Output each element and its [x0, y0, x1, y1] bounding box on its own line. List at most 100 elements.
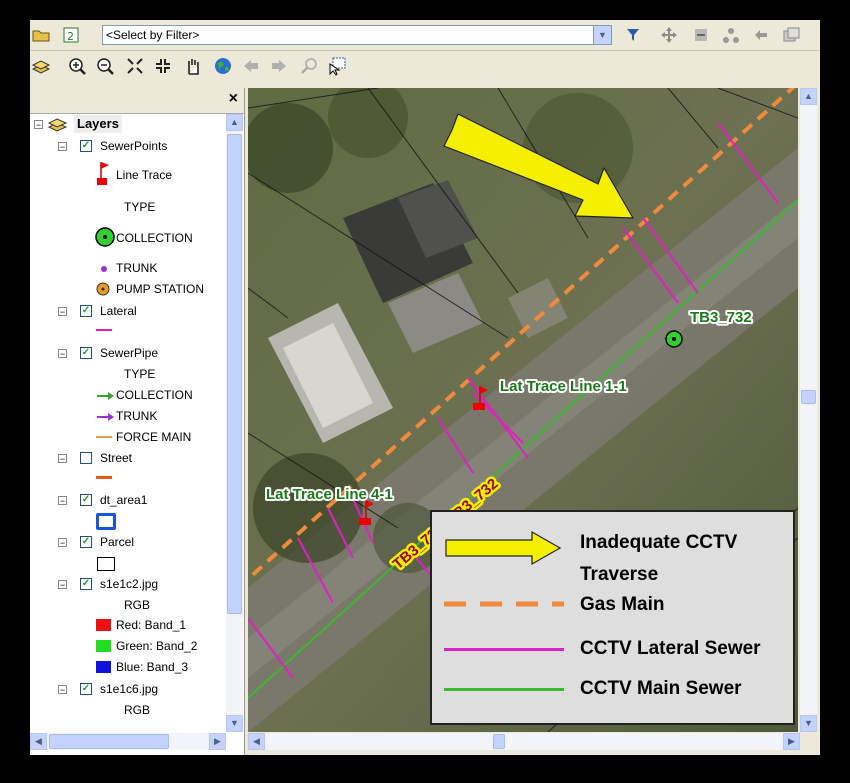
layer-visibility-checkbox[interactable]: ✓ [80, 578, 92, 590]
pan-hand-icon[interactable] [182, 55, 204, 77]
legend-yellow-arrow [445, 530, 562, 566]
split-tool-icon[interactable] [690, 24, 712, 46]
red-band-swatch [96, 619, 111, 631]
band-label-blue: Blue: Band_3 [116, 660, 189, 674]
scroll-left-icon[interactable]: ◀ [30, 733, 47, 750]
collapse-icon[interactable]: − [58, 685, 67, 695]
zoom-out-icon[interactable] [94, 55, 116, 77]
rgb-label: RGB [124, 598, 151, 612]
map-horizontal-scrollbar[interactable]: ◀ ▶ [248, 733, 800, 750]
zoom-in-icon[interactable] [66, 55, 88, 77]
layer-visibility-checkbox[interactable]: ✓ [80, 494, 92, 506]
trunk-point-icon [100, 262, 108, 276]
fixed-zoom-out-icon[interactable] [152, 55, 174, 77]
scroll-right-icon[interactable]: ▶ [209, 733, 226, 750]
select-elements-icon[interactable] [326, 55, 348, 77]
pump-station-icon [96, 282, 110, 299]
forward-arrow-icon[interactable] [268, 55, 290, 77]
layer-visibility-checkbox[interactable]: ✓ [80, 305, 92, 317]
back-arrow-icon[interactable] [240, 55, 262, 77]
layer-tree: − Layers − ✓ SewerPoints Line Trace TYPE… [30, 114, 226, 732]
layer-name-sewerpipe[interactable]: SewerPipe [100, 344, 158, 362]
legend-gas-main-line [444, 601, 564, 607]
layer-name-parcel[interactable]: Parcel [100, 533, 134, 551]
flag-icon [96, 160, 112, 191]
toc-hscroll-thumb[interactable] [49, 734, 169, 749]
symbol-label-trunk: TRUNK [116, 261, 158, 275]
window-tool-icon[interactable] [780, 24, 802, 46]
map-label-lat1: Lat Trace Line 1-1 [500, 378, 627, 395]
toc-horizontal-scrollbar[interactable]: ◀ ▶ [30, 733, 226, 750]
collapse-icon[interactable]: − [58, 538, 67, 548]
layer-visibility-checkbox[interactable]: ✓ [80, 536, 92, 548]
map-vertical-scrollbar[interactable]: ▲ ▼ [800, 88, 817, 732]
collection-point-icon [94, 226, 116, 251]
fixed-zoom-in-icon[interactable] [124, 55, 146, 77]
collapse-icon[interactable]: − [58, 496, 67, 506]
collapse-icon[interactable]: − [58, 307, 67, 317]
street-line-swatch [96, 476, 112, 479]
select-by-filter-dropdown[interactable]: <Select by Filter> ▼ [102, 25, 612, 45]
trunk-arrow-icon [96, 411, 116, 425]
layer-name-dt-area1[interactable]: dt_area1 [100, 491, 147, 509]
layer-name-sewerpoints[interactable]: SewerPoints [100, 137, 167, 155]
layer-name-street[interactable]: Street [100, 449, 132, 467]
editor-toolbar: 2 <Select by Filter> ▼ [30, 20, 820, 51]
legend-label-main-sewer: CCTV Main Sewer [580, 678, 742, 699]
arcmap-window: 2 <Select by Filter> ▼ × − Layers − ✓ Se… [30, 20, 820, 755]
scroll-left-icon[interactable]: ◀ [248, 733, 265, 750]
legend-main-sewer-line [444, 688, 564, 691]
open-folder-icon[interactable] [30, 24, 52, 46]
collapse-icon[interactable]: − [34, 120, 43, 130]
scroll-up-icon[interactable]: ▲ [800, 88, 817, 105]
collection-arrow-icon [96, 390, 116, 404]
svg-text:2: 2 [67, 30, 74, 43]
layer-name-lateral[interactable]: Lateral [100, 302, 137, 320]
tools-toolbar [30, 51, 820, 81]
find-icon[interactable] [298, 55, 320, 77]
collapse-icon[interactable]: − [58, 142, 67, 152]
map-label-tb3: TB3_732 [690, 309, 752, 326]
scroll-down-icon[interactable]: ▼ [800, 715, 817, 732]
select-by-filter-value: <Select by Filter> [106, 28, 200, 42]
layers-icon[interactable] [30, 55, 52, 77]
layer-visibility-checkbox[interactable]: ✓ [80, 140, 92, 152]
filter-icon[interactable] [622, 24, 644, 46]
map-hscroll-thumb[interactable] [493, 734, 505, 749]
symbol-label-pump-station: PUMP STATION [116, 282, 205, 296]
scroll-up-icon[interactable]: ▲ [226, 114, 243, 131]
layer-name-s1e1c6[interactable]: s1e1c6.jpg [100, 680, 158, 698]
band-label-green: Green: Band_2 [116, 639, 198, 653]
toc-vertical-scrollbar[interactable]: ▲ ▼ [226, 114, 243, 732]
scroll-down-icon[interactable]: ▼ [226, 715, 243, 732]
dt-area-swatch [96, 513, 116, 530]
collapse-icon[interactable]: − [58, 349, 67, 359]
symbol-label-collection: COLLECTION [116, 231, 193, 245]
layer-visibility-checkbox-unchecked[interactable] [80, 452, 92, 464]
layer-visibility-checkbox[interactable]: ✓ [80, 683, 92, 695]
move-tool-icon[interactable] [658, 24, 680, 46]
toc-header: × [30, 88, 244, 114]
lateral-line-swatch [96, 329, 112, 331]
undo-edit-icon[interactable] [750, 24, 772, 46]
parcel-swatch [97, 557, 115, 571]
refresh-icon[interactable]: 2 [60, 24, 82, 46]
map-vscroll-thumb[interactable] [801, 390, 816, 404]
close-icon[interactable]: × [229, 90, 238, 108]
layer-name-s1e1c2[interactable]: s1e1c2.jpg [100, 575, 158, 593]
toc-scroll-thumb[interactable] [227, 134, 242, 614]
force-main-line-swatch [96, 436, 112, 438]
band-label-red: Red: Band_1 [116, 618, 187, 632]
symbol-label-line-trace: Line Trace [116, 168, 173, 182]
scroll-right-icon[interactable]: ▶ [783, 733, 800, 750]
full-extent-globe-icon[interactable] [212, 55, 234, 77]
layers-root-label[interactable]: Layers [74, 115, 122, 133]
layer-visibility-checkbox[interactable]: ✓ [80, 347, 92, 359]
legend-lateral-line [444, 648, 564, 651]
collapse-icon[interactable]: − [58, 454, 67, 464]
collapse-icon[interactable]: − [58, 580, 67, 590]
map-legend: Inadequate CCTV Traverse Gas Main CCTV L… [430, 510, 795, 725]
network-tool-icon[interactable] [720, 24, 742, 46]
map-label-lat4: Lat Trace Line 4-1 [266, 486, 393, 503]
chevron-down-icon[interactable]: ▼ [593, 26, 611, 44]
